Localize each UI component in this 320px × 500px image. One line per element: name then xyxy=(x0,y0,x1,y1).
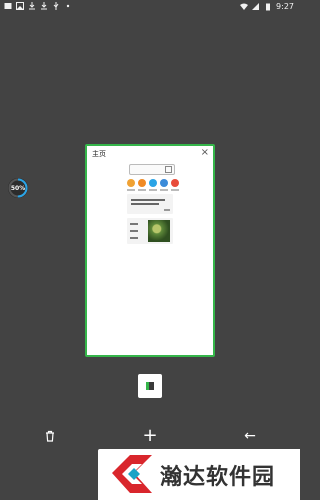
shortcut-label xyxy=(127,189,135,191)
tab-title: 主页 xyxy=(92,150,106,158)
status-left-icons xyxy=(4,2,72,10)
shortcut-icon xyxy=(149,179,157,187)
thumbnail-photo xyxy=(148,220,170,242)
battery-icon xyxy=(266,3,271,10)
text-line xyxy=(131,203,159,205)
tab-thumbnail-preview xyxy=(146,382,154,390)
text-line xyxy=(130,237,138,239)
shortcut-icon xyxy=(127,179,135,187)
signal-icon xyxy=(252,2,260,10)
delete-button[interactable] xyxy=(38,425,62,447)
image-icon xyxy=(16,2,24,10)
thumbnail-shortcut-icons xyxy=(127,179,179,187)
progress-indicator[interactable]: 50% xyxy=(8,178,28,198)
thumbnail-shortcut-labels xyxy=(127,189,179,191)
shortcut-label xyxy=(171,189,179,191)
qr-code-icon xyxy=(165,166,172,173)
thumbnail-news-card-image xyxy=(127,218,173,244)
text-line xyxy=(130,223,138,225)
progress-label: 50% xyxy=(10,184,26,192)
status-bar: 9:27 xyxy=(0,0,300,14)
text-line xyxy=(164,209,170,211)
tab-card-header: 主页 × xyxy=(87,146,213,162)
shortcut-label xyxy=(160,189,168,191)
watermark-logo-icon xyxy=(112,455,152,493)
shortcut-icon xyxy=(160,179,168,187)
status-time: 9:27 xyxy=(276,2,294,11)
usb-icon xyxy=(53,2,59,10)
back-arrow-icon: ← xyxy=(244,428,256,444)
bottom-toolbar: + ← xyxy=(0,425,300,449)
shortcut-label xyxy=(138,189,146,191)
shortcut-label xyxy=(149,189,157,191)
close-icon[interactable]: × xyxy=(201,147,209,159)
thumbnail-news-card xyxy=(127,194,173,214)
add-tab-button[interactable]: + xyxy=(138,425,162,447)
watermark: 瀚达软件园 xyxy=(98,449,300,500)
tab-card-home[interactable]: 主页 × xyxy=(85,144,215,357)
thumbnail-search-box xyxy=(129,164,175,175)
status-right-icons: 9:27 xyxy=(240,2,294,11)
wifi-icon xyxy=(240,3,249,10)
text-line xyxy=(130,230,138,232)
dot-icon xyxy=(66,4,70,8)
back-button[interactable]: ← xyxy=(238,425,262,447)
shortcut-icon xyxy=(171,179,179,187)
message-icon xyxy=(4,3,12,9)
plus-icon: + xyxy=(142,425,158,446)
download-icon xyxy=(29,2,35,10)
download-icon xyxy=(41,2,47,10)
text-line xyxy=(131,199,165,201)
trash-icon xyxy=(46,430,54,442)
tab-switcher-thumbnail[interactable] xyxy=(138,374,162,398)
shortcut-icon xyxy=(138,179,146,187)
watermark-text: 瀚达软件园 xyxy=(160,465,276,490)
